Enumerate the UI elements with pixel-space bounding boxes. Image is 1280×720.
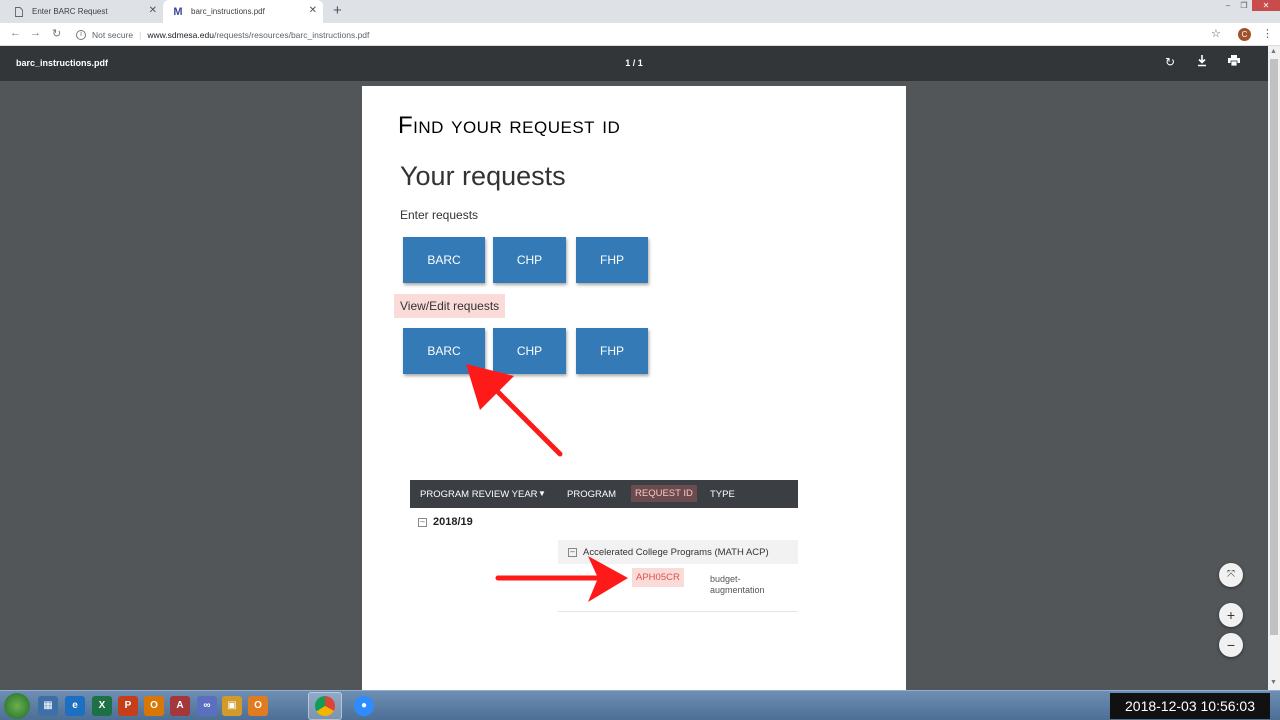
tab-barc-instructions[interactable]: M barc_instructions.pdf ✕ <box>163 0 323 23</box>
url-host: www.sdmesa.edu <box>147 29 214 40</box>
rotate-icon[interactable]: ↻ <box>1165 55 1175 69</box>
zoom-app-icon[interactable]: ● <box>354 696 374 716</box>
bookmark-star-icon[interactable]: ☆ <box>1211 27 1221 40</box>
windows-taskbar: ▦ e X P O A ∞ ▣ O ● 2018-12-03 10:56:03 <box>0 690 1280 720</box>
zoom-in-icon[interactable]: + <box>1219 603 1243 627</box>
annotation-arrows <box>466 364 628 602</box>
excel-icon[interactable]: X <box>92 696 112 716</box>
tab-title: barc_instructions.pdf <box>191 7 265 16</box>
address-bar[interactable]: i Not secure | www.sdmesa.edu/requests/r… <box>76 26 1226 43</box>
menu-kebab-icon[interactable]: ⋮ <box>1262 27 1273 40</box>
window-controls: – ❐ ✕ <box>1220 0 1280 12</box>
zoom-out-icon[interactable]: − <box>1219 633 1243 657</box>
powerpoint-icon[interactable]: P <box>118 696 138 716</box>
close-tab-icon[interactable]: ✕ <box>149 5 157 16</box>
tab-title: Enter BARC Request <box>32 7 108 16</box>
file-explorer-icon[interactable]: ▦ <box>38 696 58 716</box>
new-tab-button[interactable]: + <box>333 2 342 19</box>
access-icon[interactable]: A <box>170 696 190 716</box>
visual-studio-icon[interactable]: ∞ <box>197 696 217 716</box>
info-icon[interactable]: i <box>76 29 86 40</box>
scrollbar-thumb[interactable] <box>1270 59 1278 635</box>
outlook-icon[interactable]: O <box>144 696 164 716</box>
chrome-icon <box>315 696 335 716</box>
browser-toolbar: ← → ↻ i Not secure | www.sdmesa.edu/requ… <box>0 23 1280 46</box>
reload-icon[interactable]: ↻ <box>52 27 61 40</box>
profile-avatar[interactable]: C <box>1238 28 1251 41</box>
pdf-page: Find your request id Your requests Enter… <box>362 86 906 690</box>
vertical-scrollbar[interactable]: ▲ ▼ <box>1268 46 1280 690</box>
arrow-to-barc-button <box>466 364 563 457</box>
remote-desktop-icon[interactable]: ▣ <box>222 696 242 716</box>
forward-arrow-icon[interactable]: → <box>30 27 41 39</box>
scroll-down-icon[interactable]: ▼ <box>1270 679 1277 686</box>
scroll-up-icon[interactable]: ▲ <box>1270 48 1277 55</box>
tab-enter-barc-request[interactable]: Enter BARC Request ✕ <box>0 0 163 23</box>
tab-strip: Enter BARC Request ✕ M barc_instructions… <box>0 0 1280 23</box>
close-window-icon[interactable]: ✕ <box>1252 0 1280 11</box>
page-indicator: 1 / 1 <box>625 58 643 68</box>
office-app-icon[interactable]: O <box>248 696 268 716</box>
divider: | <box>139 29 142 40</box>
pdf-viewer-toolbar: barc_instructions.pdf 1 / 1 ↻ <box>0 46 1268 81</box>
print-icon[interactable] <box>1228 55 1240 69</box>
download-icon[interactable] <box>1197 55 1207 70</box>
document-icon <box>14 6 24 18</box>
internet-explorer-icon[interactable]: e <box>65 696 85 716</box>
start-button[interactable] <box>4 693 30 719</box>
mesa-m-icon: M <box>173 5 183 18</box>
minimize-icon[interactable]: – <box>1220 0 1236 11</box>
taskbar-clock: 2018-12-03 10:56:03 <box>1110 693 1270 719</box>
security-label: Not secure <box>92 29 134 40</box>
arrow-to-request-id <box>495 556 628 602</box>
restore-icon[interactable]: ❐ <box>1236 0 1252 11</box>
close-tab-icon[interactable]: ✕ <box>309 5 317 16</box>
fit-to-page-icon[interactable]: ⤧ <box>1219 563 1243 587</box>
back-arrow-icon[interactable]: ← <box>10 27 21 39</box>
url-path: /requests/resources/barc_instructions.pd… <box>213 29 370 40</box>
